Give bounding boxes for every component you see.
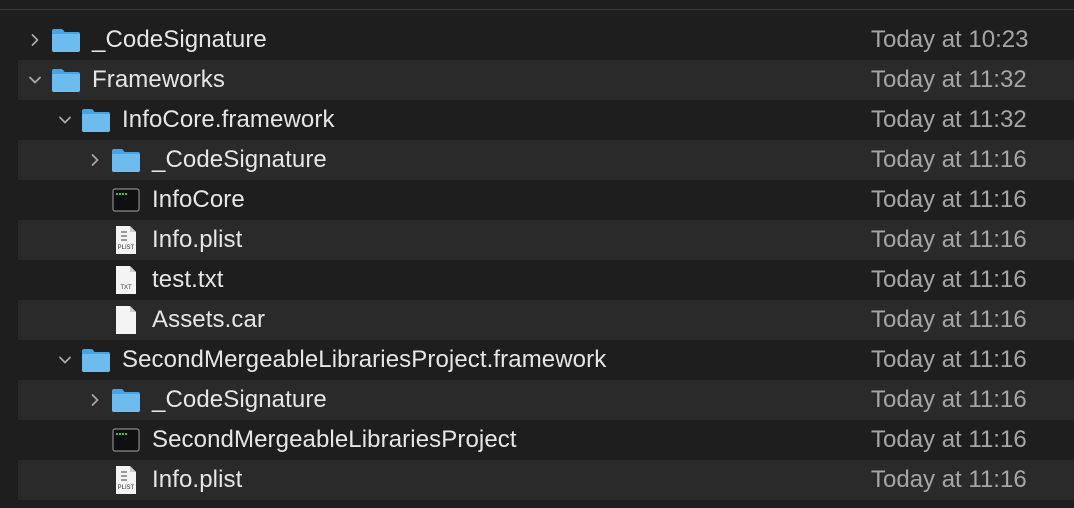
chevron-down-icon[interactable] bbox=[27, 72, 43, 88]
folder-icon bbox=[51, 26, 81, 54]
folder-icon bbox=[111, 146, 141, 174]
chevron-right-icon[interactable] bbox=[27, 32, 43, 48]
chevron-right-icon[interactable] bbox=[87, 392, 103, 408]
file-list: _CodeSignature Today at 10:23 Frameworks To… bbox=[18, 20, 1074, 500]
file-row[interactable]: SecondMergeableLibrariesProject.framewor… bbox=[18, 340, 1074, 380]
file-name: SecondMergeableLibrariesProject bbox=[152, 426, 517, 453]
file-name: InfoCore.framework bbox=[122, 106, 335, 133]
folder-icon bbox=[111, 386, 141, 414]
date-modified: Today at 11:16 bbox=[871, 186, 1027, 213]
folder-icon bbox=[81, 346, 111, 374]
folder-icon bbox=[51, 66, 81, 94]
file-row[interactable]: _CodeSignature Today at 11:16 bbox=[18, 380, 1074, 420]
date-modified: Today at 11:16 bbox=[871, 466, 1027, 493]
file-row[interactable]: _CodeSignature Today at 11:16 bbox=[18, 140, 1074, 180]
file-type-label: PLIST bbox=[117, 485, 135, 491]
file-row[interactable]: Assets.car Today at 11:16 bbox=[18, 300, 1074, 340]
file-row[interactable]: _CodeSignature Today at 10:23 bbox=[18, 20, 1074, 60]
file-row[interactable]: PLIST Info.plist Today at 11:16 bbox=[18, 220, 1074, 260]
date-modified: Today at 11:16 bbox=[871, 426, 1027, 453]
file-name: test.txt bbox=[152, 266, 224, 293]
file-name: Frameworks bbox=[92, 66, 226, 93]
date-modified: Today at 11:16 bbox=[871, 226, 1027, 253]
document-icon bbox=[111, 306, 141, 334]
file-name: _CodeSignature bbox=[152, 386, 327, 413]
chevron-right-icon[interactable] bbox=[87, 152, 103, 168]
file-name: Assets.car bbox=[152, 306, 266, 333]
file-name: Info.plist bbox=[152, 466, 243, 493]
date-modified: Today at 11:16 bbox=[871, 306, 1027, 333]
chevron-down-icon[interactable] bbox=[57, 112, 73, 128]
executable-icon bbox=[111, 426, 141, 454]
date-modified: Today at 11:16 bbox=[871, 346, 1027, 373]
file-row[interactable]: PLIST Info.plist Today at 11:16 bbox=[18, 460, 1074, 500]
file-row[interactable]: TXT test.txt Today at 11:16 bbox=[18, 260, 1074, 300]
file-row[interactable]: InfoCore Today at 11:16 bbox=[18, 180, 1074, 220]
date-modified: Today at 11:16 bbox=[871, 146, 1027, 173]
file-name: Info.plist bbox=[152, 226, 243, 253]
date-modified: Today at 11:32 bbox=[871, 66, 1027, 93]
executable-icon bbox=[111, 186, 141, 214]
text-file-icon: TXT bbox=[111, 266, 141, 294]
date-modified: Today at 11:32 bbox=[871, 106, 1027, 133]
plist-file-icon: PLIST bbox=[111, 466, 141, 494]
file-type-label: TXT bbox=[120, 285, 132, 291]
chevron-down-icon[interactable] bbox=[57, 352, 73, 368]
file-name: InfoCore bbox=[152, 186, 245, 213]
plist-file-icon: PLIST bbox=[111, 226, 141, 254]
file-type-label: PLIST bbox=[117, 245, 135, 251]
file-row[interactable]: Frameworks Today at 11:32 bbox=[18, 60, 1074, 100]
file-name: _CodeSignature bbox=[152, 146, 327, 173]
window-top-border bbox=[0, 0, 1074, 10]
date-modified: Today at 10:23 bbox=[871, 26, 1029, 53]
date-modified: Today at 11:16 bbox=[871, 266, 1027, 293]
folder-icon bbox=[81, 106, 111, 134]
file-name: SecondMergeableLibrariesProject.framewor… bbox=[122, 346, 607, 373]
file-name: _CodeSignature bbox=[92, 26, 267, 53]
date-modified: Today at 11:16 bbox=[871, 386, 1027, 413]
file-row[interactable]: InfoCore.framework Today at 11:32 bbox=[18, 100, 1074, 140]
file-row[interactable]: SecondMergeableLibrariesProject Today at … bbox=[18, 420, 1074, 460]
